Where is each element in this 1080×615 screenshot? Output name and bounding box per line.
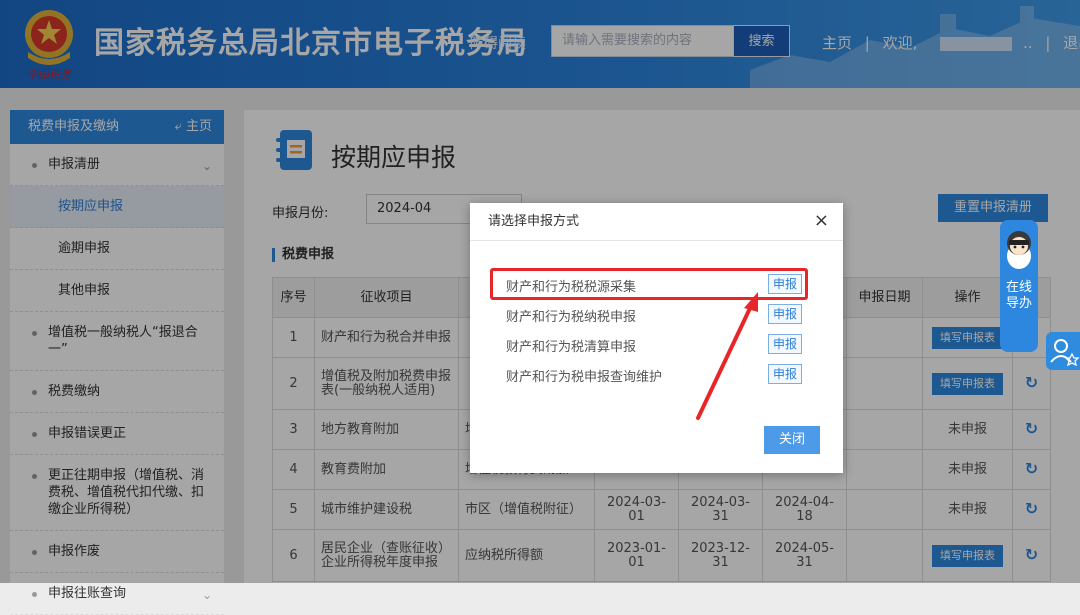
declare-button-query-maintenance[interactable]: 申报 (768, 364, 802, 384)
customer-service-tab[interactable] (1046, 332, 1080, 370)
assistant-avatar-icon (1007, 231, 1031, 269)
chevron-down-icon: ⌄ (201, 588, 212, 602)
user-service-icon (1050, 339, 1080, 367)
sidebar-item-label: 申报往账查询 (48, 586, 127, 601)
online-guide-label: 在线导办 (1005, 280, 1032, 311)
declare-button-tax-declaration[interactable]: 申报 (768, 304, 802, 324)
declare-button-liquidation-declaration[interactable]: 申报 (768, 334, 802, 354)
online-guide-widget[interactable]: 在线导办 (1000, 220, 1038, 352)
close-icon[interactable]: × (814, 210, 829, 231)
dialog-title: 请选择申报方式 (470, 203, 843, 241)
highlight-box-annotation (490, 268, 808, 300)
option-label-tax-declaration: 财产和行为税纳税申报 (506, 310, 637, 325)
option-label-liquidation-declaration: 财产和行为税清算申报 (506, 340, 637, 355)
close-dialog-button[interactable]: 关闭 (764, 426, 820, 454)
declaration-method-dialog: 请选择申报方式 × 财产和行为税税源采集 申报 财产和行为税纳税申报 申报 财产… (470, 203, 843, 473)
option-label-query-maintenance: 财产和行为税申报查询维护 (506, 370, 663, 385)
